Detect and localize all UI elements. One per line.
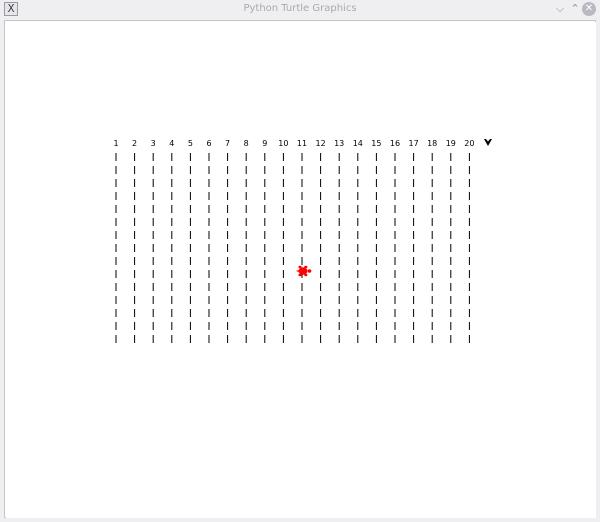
canvas-frame: 1 2 3 4 5 6 7 8 9 10 11 12 13 14 15 16 17 18 19 20 bbox=[4, 20, 596, 518]
column-label-15: 15 bbox=[371, 139, 381, 148]
column-label-1: 1 bbox=[113, 139, 118, 148]
turtle-canvas[interactable]: 1 2 3 4 5 6 7 8 9 10 11 12 13 14 15 16 17 18 19 20 bbox=[6, 22, 596, 518]
turtle-window: X Python Turtle Graphics ⌵ ⌃ ✕ 123456789… bbox=[0, 0, 600, 522]
column-label-10: 10 bbox=[278, 139, 288, 148]
column-label-3: 3 bbox=[151, 139, 156, 148]
column-label-4: 4 bbox=[169, 139, 174, 148]
column-label-6: 6 bbox=[206, 139, 211, 148]
minimize-icon[interactable]: ⌵ bbox=[552, 1, 568, 17]
column-label-2: 2 bbox=[132, 139, 137, 148]
red-turtle-icon bbox=[296, 265, 312, 277]
column-label-8: 8 bbox=[244, 139, 249, 148]
title-bar[interactable]: X Python Turtle Graphics ⌵ ⌃ ✕ bbox=[0, 0, 600, 18]
column-label-20: 20 bbox=[464, 139, 474, 148]
column-label-12: 12 bbox=[316, 139, 326, 148]
column-label-17: 17 bbox=[409, 139, 419, 148]
column-label-14: 14 bbox=[353, 139, 363, 148]
column-label-16: 16 bbox=[390, 139, 400, 148]
column-label-5: 5 bbox=[188, 139, 193, 148]
window-title: Python Turtle Graphics bbox=[243, 3, 357, 14]
column-label-18: 18 bbox=[427, 139, 437, 148]
column-label-19: 19 bbox=[446, 139, 456, 148]
maximize-icon[interactable]: ⌃ bbox=[567, 1, 583, 17]
close-icon[interactable]: ✕ bbox=[582, 2, 596, 16]
column-label-11: 11 bbox=[297, 139, 307, 148]
column-label-7: 7 bbox=[225, 139, 230, 148]
turtle-drawing: 1 2 3 4 5 6 7 8 9 10 11 12 13 14 15 16 17 18 19 20 bbox=[113, 139, 492, 343]
column-label-13: 13 bbox=[334, 139, 344, 148]
column-label-9: 9 bbox=[262, 139, 267, 148]
